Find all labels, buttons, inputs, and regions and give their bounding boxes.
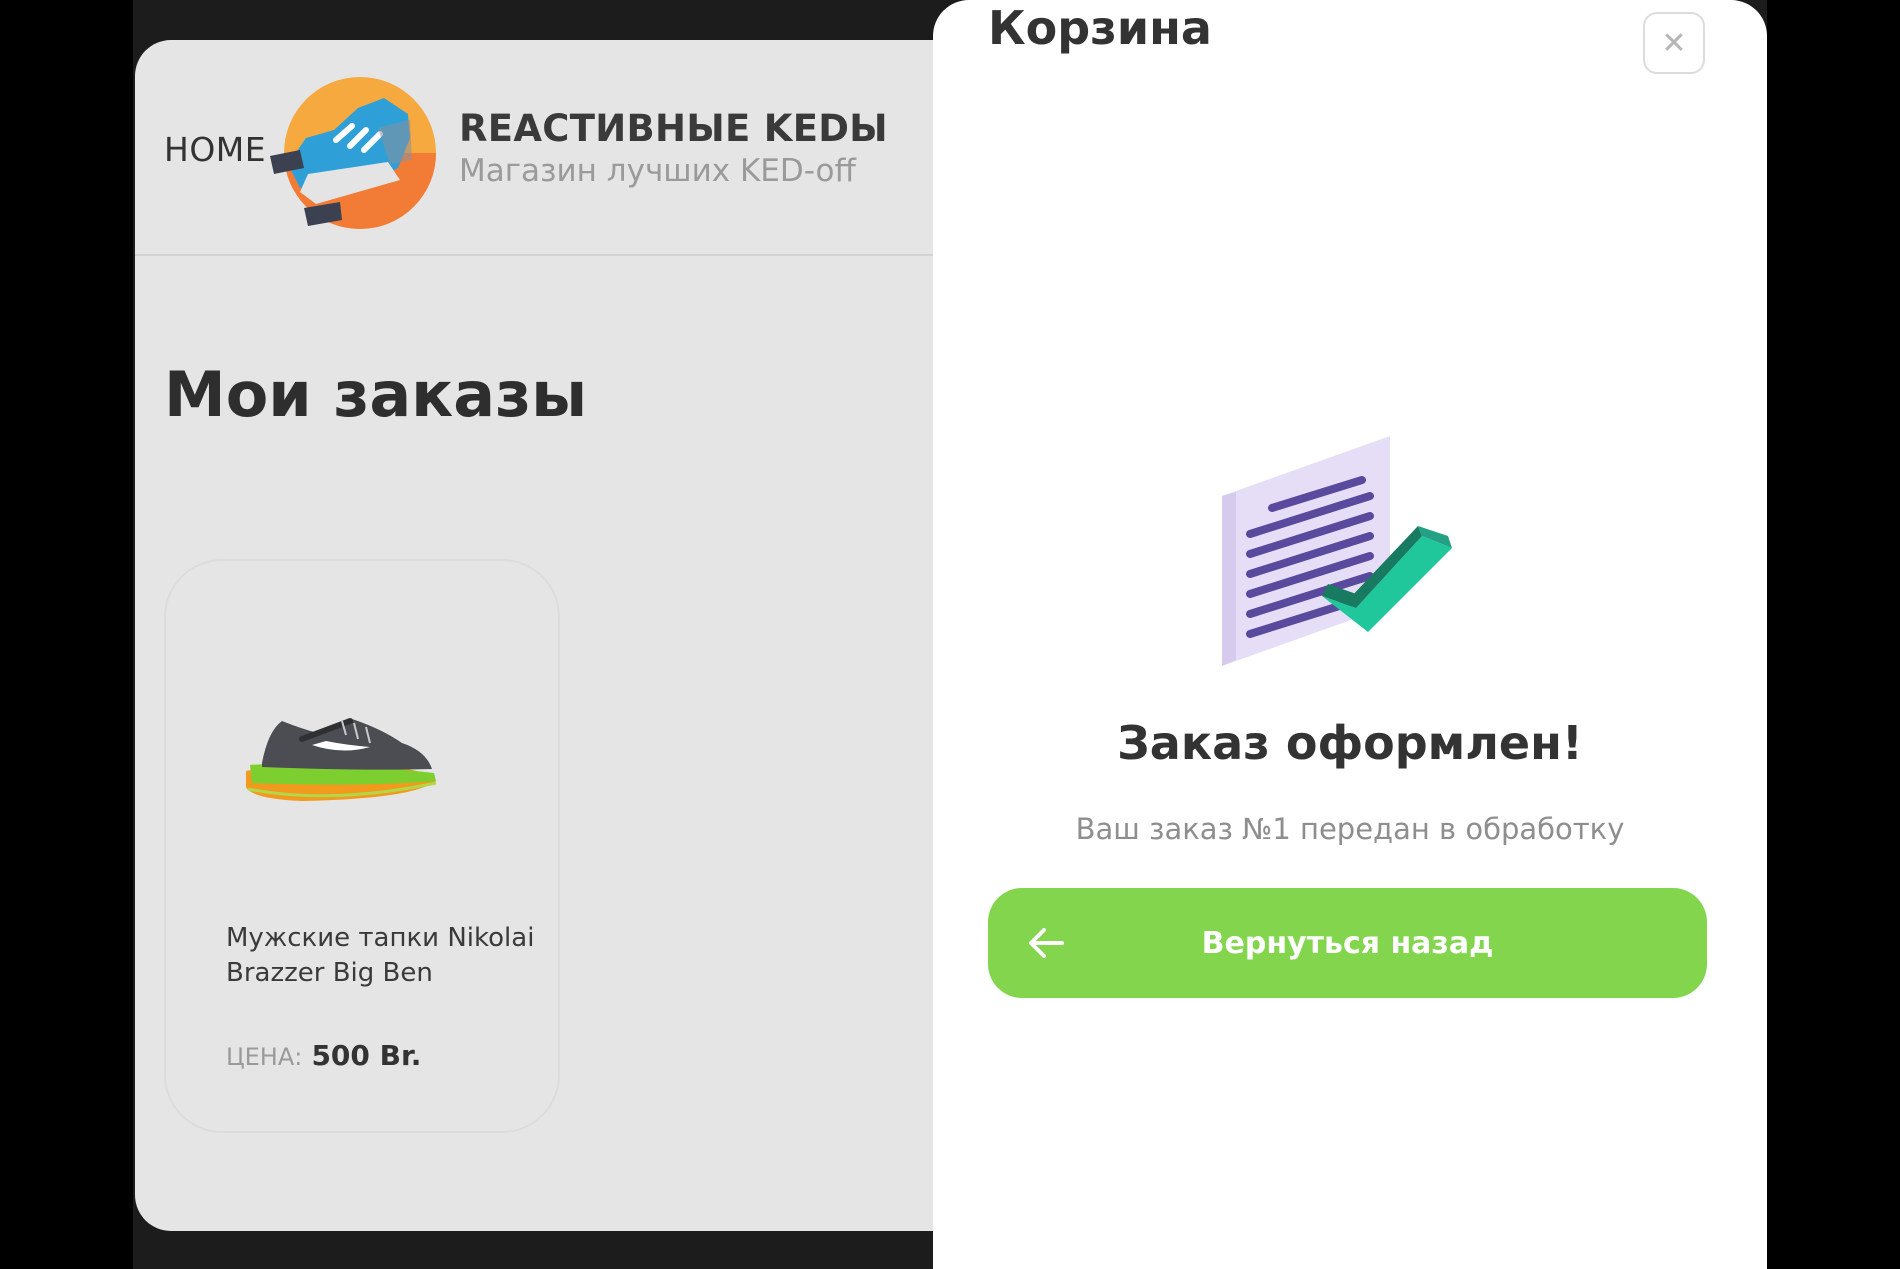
- success-message: Ваш заказ №1 передан в обработку: [1075, 812, 1625, 846]
- page-title: Мои заказы: [164, 358, 588, 431]
- price-label: ЦЕНА:: [226, 1043, 303, 1071]
- cart-drawer: Корзина ✕ Заказ оформлен! Ваш заказ №1 п…: [933, 0, 1767, 1269]
- sneaker-product-image: [246, 718, 437, 801]
- close-icon: ✕: [1661, 25, 1687, 61]
- price-value: 500 Br.: [311, 1039, 422, 1072]
- brand-subtitle: Магазин лучших KED-off: [459, 153, 856, 189]
- order-confirmed-icon: [1222, 436, 1452, 666]
- sneaker-logo-icon[interactable]: [270, 68, 450, 238]
- product-name: Мужские тапки Nikolai Brazzer Big Ben: [226, 923, 535, 988]
- brand-title: REACTИВНЫЕ KEDЫ: [459, 107, 888, 150]
- close-button[interactable]: ✕: [1643, 12, 1705, 74]
- back-button-label: Вернуться назад: [1201, 925, 1494, 961]
- back-button[interactable]: Вернуться назад: [988, 888, 1707, 998]
- arrow-left-icon: [1029, 928, 1064, 958]
- price-row: ЦЕНА: 500 Br.: [226, 1039, 421, 1072]
- success-heading: Заказ оформлен!: [1117, 716, 1583, 770]
- cart-title: Корзина: [988, 1, 1212, 55]
- home-link[interactable]: HOME: [164, 130, 266, 169]
- order-card[interactable]: Мужские тапки Nikolai Brazzer Big Ben ЦЕ…: [164, 559, 560, 1133]
